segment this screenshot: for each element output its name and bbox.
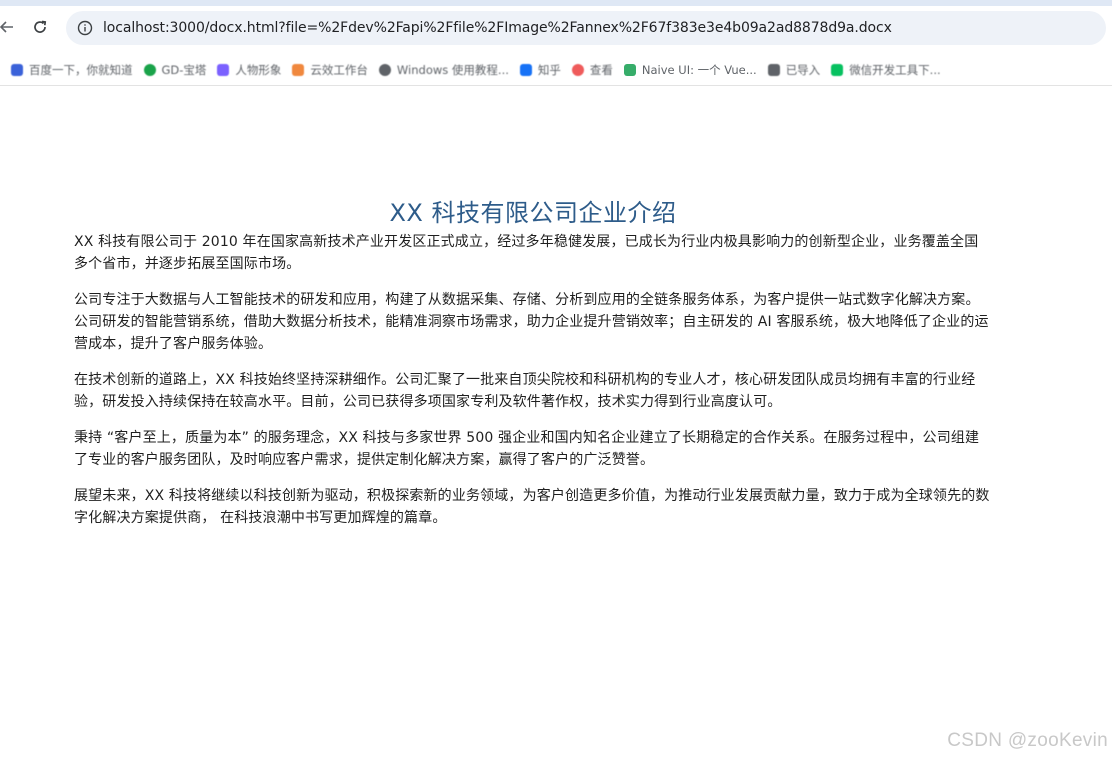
bookmark-favicon-icon — [378, 64, 391, 76]
bookmark-label: 微信开发工具下... — [849, 63, 941, 77]
browser-toolbar: localhost:3000/docx.html?file=%2Fdev%2Fa… — [0, 0, 1112, 56]
folder-icon — [767, 64, 780, 76]
bookmark-item[interactable]: 查看 — [571, 62, 613, 78]
document-paragraph: 公司专注于大数据与人工智能技术的研发和应用，构建了从数据采集、存储、分析到应用的… — [74, 292, 989, 352]
bookmark-label: 人物形象 — [235, 63, 282, 77]
tab-strip — [0, 0, 1112, 6]
bookmark-item[interactable]: 云效工作台 — [292, 62, 368, 78]
document-content: XX 科技有限公司企业介绍 XX 科技有限公司于 2010 年在国家高新技术产业… — [74, 196, 992, 543]
bookmark-favicon-icon — [11, 64, 23, 76]
bookmark-favicon-icon — [292, 64, 305, 76]
document-paragraph: 在技术创新的道路上，XX 科技始终坚持深耕细作。公司汇聚了一批来自顶尖院校和科研… — [74, 372, 976, 410]
bookmark-favicon-icon — [217, 64, 230, 76]
bookmark-item[interactable]: Windows 使用教程... — [378, 62, 509, 78]
bookmark-label: 云效工作台 — [310, 63, 368, 77]
back-arrow-icon — [0, 21, 13, 33]
bookmark-favicon-icon — [571, 64, 584, 76]
bookmark-favicon-icon — [143, 64, 156, 76]
bookmark-favicon-icon — [831, 64, 844, 76]
bookmark-favicon-icon — [519, 64, 532, 76]
bookmark-label: 百度一下，你就知道 — [29, 63, 133, 77]
bookmark-item[interactable]: 百度一下，你就知道 — [11, 62, 133, 78]
document-title: XX 科技有限公司企业介绍 — [389, 199, 677, 227]
bookmark-item[interactable]: 人物形象 — [217, 62, 281, 78]
bookmarks-bar: 百度一下，你就知道 GD-宝塔 人物形象 云效工作台 Windows 使用教程.… — [0, 56, 1112, 84]
address-bar[interactable]: localhost:3000/docx.html?file=%2Fdev%2Fa… — [66, 11, 1106, 45]
bookmark-item[interactable]: 已导入 — [767, 62, 821, 78]
bookmark-label: Windows 使用教程... — [396, 63, 509, 77]
bookmark-label: 知乎 — [537, 63, 561, 77]
site-info-icon[interactable] — [76, 19, 94, 37]
toolbar-divider — [0, 85, 1112, 86]
back-button[interactable] — [0, 14, 20, 40]
watermark: CSDN @zooKevin — [947, 730, 1108, 751]
document-paragraph: 展望未来，XX 科技将继续以科技创新为驱动，积极探索新的业务领域，为客户创造更多… — [74, 488, 990, 526]
document-paragraph: XX 科技有限公司于 2010 年在国家高新技术产业开发区正式成立，经过多年稳健… — [74, 234, 979, 272]
bookmark-item[interactable]: 知乎 — [519, 62, 561, 78]
bookmark-item[interactable]: GD-宝塔 — [143, 62, 207, 78]
bookmark-label: 查看 — [589, 63, 613, 77]
bookmark-label: Naive UI: 一个 Vue... — [641, 63, 757, 77]
bookmark-label: GD-宝塔 — [161, 63, 207, 77]
bookmark-label: 已导入 — [785, 63, 821, 77]
bookmark-item[interactable]: Naive UI: 一个 Vue... — [623, 62, 757, 78]
bookmark-item[interactable]: 微信开发工具下... — [831, 62, 941, 78]
reload-icon — [34, 20, 47, 33]
document-paragraph: 秉持 “客户至上，质量为本” 的服务理念，XX 科技与多家世界 500 强企业和… — [74, 430, 980, 468]
reload-button[interactable] — [27, 14, 53, 40]
bookmark-favicon-icon — [623, 64, 636, 76]
url-text[interactable]: localhost:3000/docx.html?file=%2Fdev%2Fa… — [103, 20, 892, 36]
